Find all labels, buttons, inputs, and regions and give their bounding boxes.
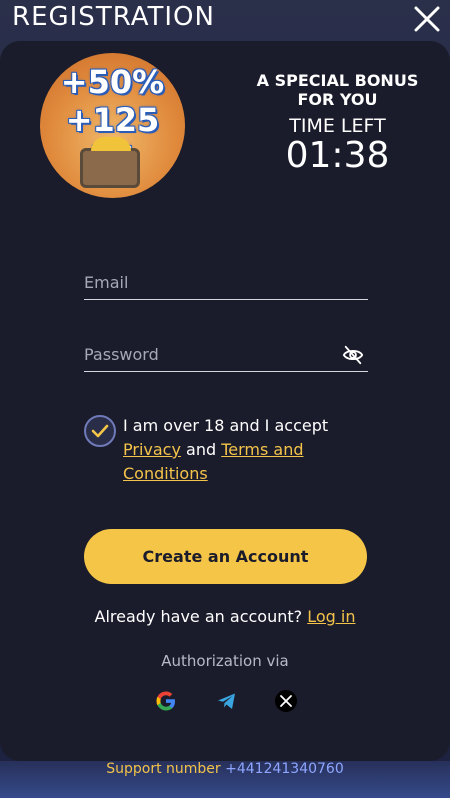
consent-text: I am over 18 and I accept Privacy and Te… bbox=[123, 414, 363, 486]
password-field bbox=[84, 338, 368, 372]
create-account-button[interactable]: Create an Account bbox=[84, 529, 367, 584]
support-label: Support number bbox=[106, 761, 226, 777]
login-prompt: Already have an account? Log in bbox=[0, 607, 450, 626]
authorization-label: Authorization via bbox=[161, 652, 289, 670]
privacy-link[interactable]: Privacy bbox=[123, 440, 181, 459]
checkmark-icon bbox=[91, 424, 109, 438]
registration-modal: +50% +125 FS A SPECIAL BONUS FOR YOU TIM… bbox=[0, 41, 450, 761]
consent-prefix: I am over 18 and I accept bbox=[123, 416, 329, 435]
time-left-label: TIME LEFT bbox=[289, 115, 386, 137]
support-phone[interactable]: +441241340760 bbox=[225, 761, 344, 777]
x-icon[interactable] bbox=[274, 689, 298, 713]
eye-off-icon[interactable] bbox=[342, 344, 364, 366]
page-title: REGISTRATION bbox=[12, 2, 215, 32]
google-icon[interactable] bbox=[154, 689, 178, 713]
close-icon[interactable] bbox=[412, 4, 442, 34]
countdown-timer: 01:38 bbox=[285, 135, 390, 176]
consent-middle: and bbox=[180, 440, 222, 459]
telegram-icon[interactable] bbox=[215, 689, 239, 713]
login-prompt-text: Already have an account? bbox=[94, 607, 308, 626]
social-auth-row bbox=[154, 689, 300, 713]
email-field bbox=[84, 266, 368, 300]
age-consent-checkbox[interactable] bbox=[84, 415, 116, 447]
bonus-badge: +50% +125 FS bbox=[40, 53, 185, 198]
password-input[interactable] bbox=[84, 338, 368, 371]
support-line: Support number +441241340760 bbox=[0, 761, 450, 777]
email-input[interactable] bbox=[84, 266, 368, 299]
bonus-headline: A SPECIAL BONUS FOR YOU bbox=[256, 71, 419, 109]
top-bar: REGISTRATION bbox=[0, 0, 450, 40]
treasure-chest-icon bbox=[80, 137, 140, 188]
login-link[interactable]: Log in bbox=[307, 607, 355, 626]
badge-percent: +50% bbox=[60, 63, 165, 101]
bonus-panel: A SPECIAL BONUS FOR YOU TIME LEFT 01:38 bbox=[255, 71, 420, 175]
